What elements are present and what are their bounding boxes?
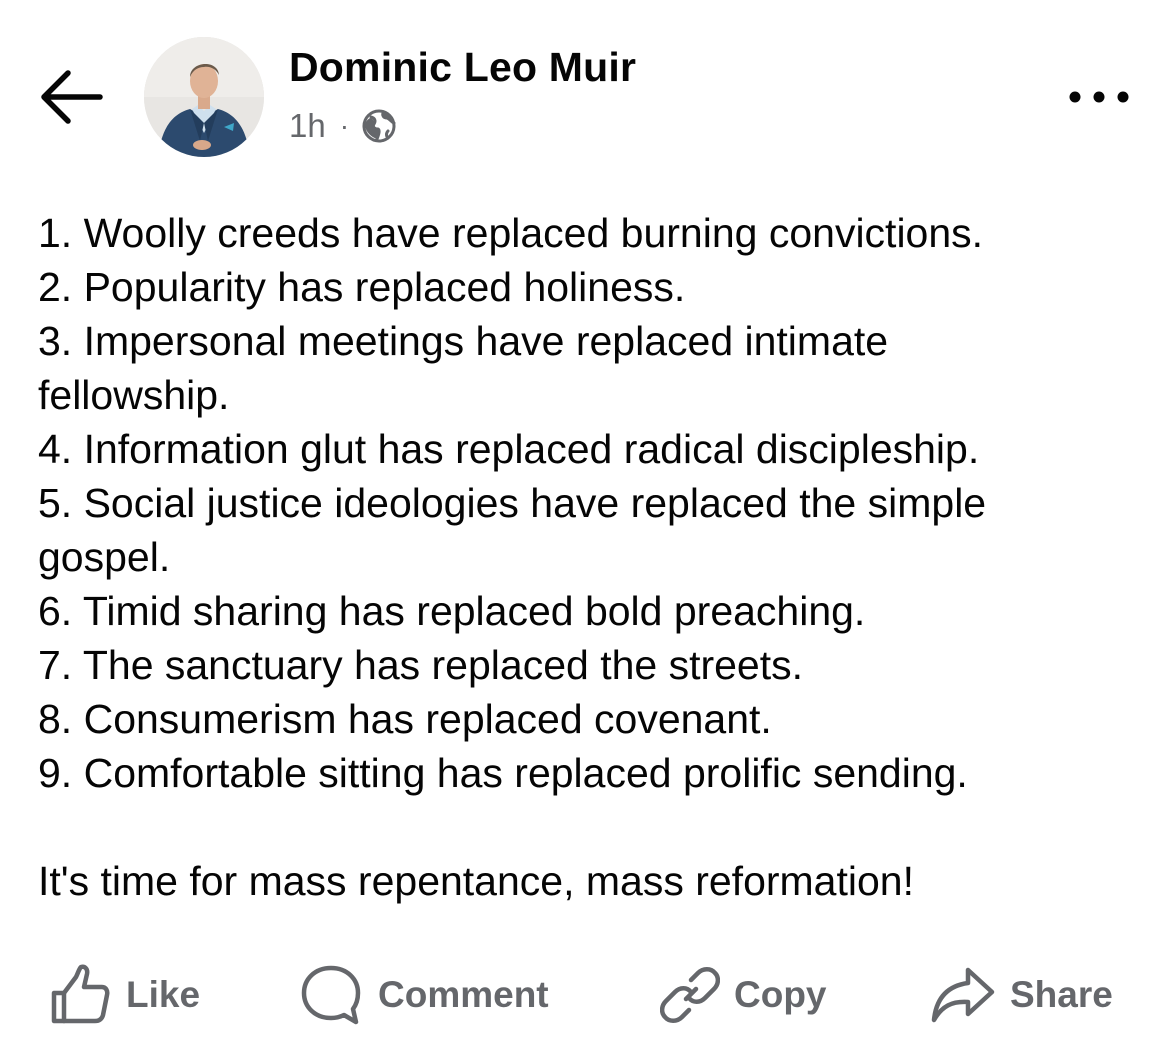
post-line: 3. Impersonal meetings have replaced int… xyxy=(38,318,889,364)
post-actions-bar: Like Comment Copy Share xyxy=(0,950,1170,1040)
post-line: 9. Comfortable sitting has replaced prol… xyxy=(38,750,968,796)
paragraph-break xyxy=(38,800,1148,854)
post-meta: 1h · xyxy=(289,104,397,148)
post-line: fellowship. xyxy=(38,372,230,418)
author-name[interactable]: Dominic Leo Muir xyxy=(289,44,636,91)
post-header: Dominic Leo Muir 1h · xyxy=(0,0,1170,180)
post-line: 2. Popularity has replaced holiness. xyxy=(38,264,686,310)
back-button[interactable] xyxy=(36,66,106,128)
globe-icon[interactable] xyxy=(361,108,397,144)
more-dots-icon xyxy=(1069,91,1129,103)
like-button[interactable]: Like xyxy=(48,960,200,1030)
post-text: 1. Woolly creeds have replaced burning c… xyxy=(38,206,1148,908)
share-arrow-icon xyxy=(931,967,995,1023)
like-label: Like xyxy=(126,974,201,1015)
copy-button[interactable]: Copy xyxy=(660,960,827,1030)
post-closing-line: It's time for mass repentance, mass refo… xyxy=(38,858,914,904)
thumbs-up-icon xyxy=(51,964,110,1024)
share-label: Share xyxy=(1010,974,1113,1015)
link-icon xyxy=(660,967,720,1023)
post-line: 7. The sanctuary has replaced the street… xyxy=(38,642,804,688)
avatar[interactable] xyxy=(144,37,264,157)
post-line: 5. Social justice ideologies have replac… xyxy=(38,480,987,526)
post-line: 6. Timid sharing has replaced bold preac… xyxy=(38,588,866,634)
post-line: 8. Consumerism has replaced covenant. xyxy=(38,696,772,742)
author-photo xyxy=(144,37,264,157)
arrow-left-icon xyxy=(41,70,103,124)
comment-label: Comment xyxy=(378,974,549,1015)
comment-button[interactable]: Comment xyxy=(298,960,549,1030)
post-line: gospel. xyxy=(38,534,171,580)
copy-label: Copy xyxy=(734,974,827,1015)
more-options-button[interactable] xyxy=(1064,80,1134,114)
comment-bubble-icon xyxy=(301,965,361,1025)
share-button[interactable]: Share xyxy=(930,960,1113,1030)
post-line: 1. Woolly creeds have replaced burning c… xyxy=(38,210,984,256)
post-line: 4. Information glut has replaced radical… xyxy=(38,426,980,472)
meta-separator: · xyxy=(339,110,350,141)
post-timestamp[interactable]: 1h xyxy=(289,107,326,145)
